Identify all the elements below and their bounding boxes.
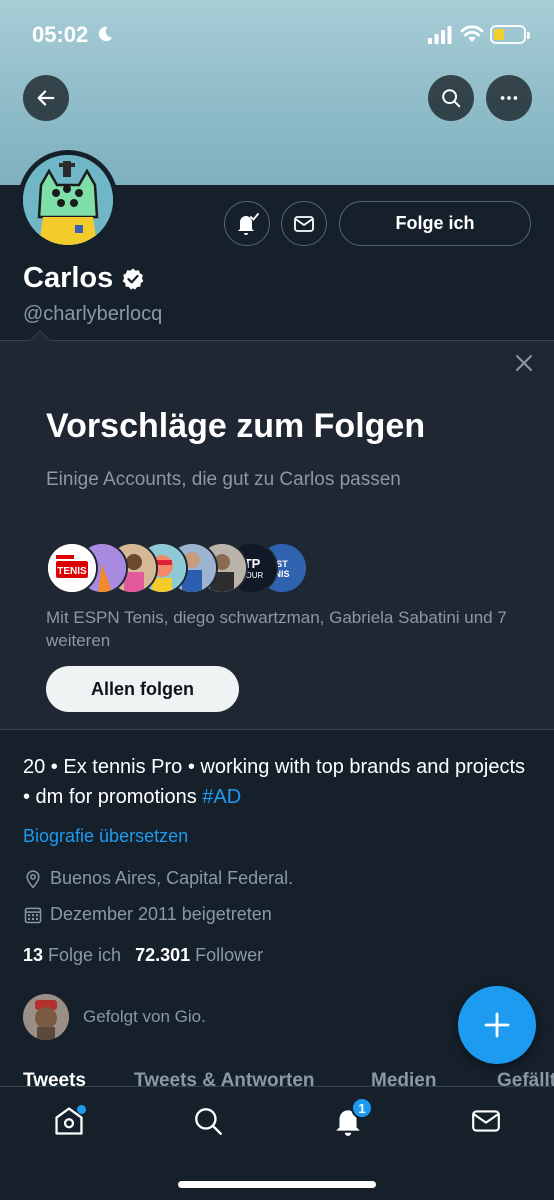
following-count: 13: [23, 945, 44, 965]
more-icon: [500, 96, 518, 100]
profile-bio: 20 • Ex tennis Pro • working with top br…: [23, 752, 533, 812]
mail-icon: [294, 215, 314, 232]
close-icon[interactable]: [512, 351, 536, 375]
back-button[interactable]: [23, 75, 69, 121]
bio-hashtag[interactable]: #AD: [202, 786, 241, 808]
moon-icon: [98, 26, 113, 42]
home-new-indicator: [77, 1105, 86, 1114]
notification-badge: 1: [351, 1097, 373, 1119]
status-bar: 05:02: [0, 0, 554, 70]
follow-all-button[interactable]: Allen folgen: [46, 666, 239, 712]
profile-tabs: Tweets Tweets & Antworten Medien Gefällt…: [0, 1066, 554, 1086]
status-time: 05:02: [32, 22, 89, 47]
nav-home[interactable]: [49, 1101, 89, 1141]
follower-avatar: [23, 994, 69, 1040]
profile-name: Carlos: [23, 262, 114, 294]
nav-search[interactable]: [188, 1101, 228, 1141]
signal-icon: [428, 26, 452, 44]
battery-icon: [490, 25, 530, 44]
suggestions-avatars-caption: Mit ESPN Tenis, diego schwartzman, Gabri…: [46, 608, 507, 650]
notifications-toggle-button[interactable]: [224, 201, 270, 246]
compose-tweet-button[interactable]: [458, 986, 536, 1064]
followers-label: Follower: [195, 945, 264, 965]
search-icon: [442, 89, 461, 108]
wifi-icon: [460, 25, 484, 42]
messages-icon: [472, 1110, 500, 1132]
avatar: [23, 155, 113, 245]
followed-by-row[interactable]: Gefolgt von Gio.: [23, 994, 206, 1040]
location-text: Buenos Aires, Capital Federal.: [50, 868, 294, 888]
home-indicator: [178, 1181, 376, 1188]
search-icon: [195, 1108, 222, 1135]
bio-text: 20 • Ex tennis Pro • working with top br…: [23, 756, 526, 808]
calendar-icon: [24, 907, 42, 923]
plus-icon: [484, 1012, 510, 1038]
suggestions-subtitle: Einige Accounts, die gut zu Carlos passe…: [46, 469, 401, 490]
profile-handle: @charlyberlocq: [23, 303, 163, 325]
followed-by-text: Gefolgt von Gio.: [83, 1007, 206, 1026]
suggestions-title: Vorschläge zum Folgen: [46, 407, 426, 445]
following-button[interactable]: Folge ich: [339, 201, 531, 246]
espn-logo-text: TENIS: [57, 566, 87, 577]
tab-tweets-replies[interactable]: Tweets & Antworten: [134, 1070, 315, 1086]
followers-count-link[interactable]: 72.301 Follower: [135, 945, 263, 966]
suggested-avatars[interactable]: TENIS TP TOUR ST NIS: [46, 542, 346, 594]
message-button[interactable]: [281, 201, 327, 246]
back-arrow-icon: [37, 90, 55, 106]
translate-bio-link[interactable]: Biografie übersetzen: [23, 826, 188, 847]
verified-icon[interactable]: [121, 267, 145, 291]
follow-counts: 13 Folge ich 72.301 Follower: [23, 945, 263, 966]
nav-notifications[interactable]: 1: [328, 1097, 373, 1141]
tab-media[interactable]: Medien: [371, 1070, 436, 1086]
following-label: Folge ich: [48, 945, 122, 965]
profile-name-row: Carlos: [23, 262, 145, 295]
profile-avatar[interactable]: [18, 150, 118, 250]
tab-likes[interactable]: Gefällt mir: [497, 1070, 554, 1086]
nav-messages[interactable]: [466, 1101, 506, 1141]
more-button[interactable]: [486, 75, 532, 121]
search-button[interactable]: [428, 75, 474, 121]
location-pin-icon: [26, 869, 40, 888]
bell-check-icon: [238, 212, 259, 235]
join-date-row: Dezember 2011 beigetreten: [23, 904, 272, 925]
tab-tweets[interactable]: Tweets: [23, 1070, 86, 1086]
following-count-link[interactable]: 13 Folge ich: [23, 945, 121, 966]
location-row: Buenos Aires, Capital Federal.: [23, 868, 293, 889]
svg-text:ST: ST: [276, 559, 288, 569]
join-date-text: Dezember 2011 beigetreten: [50, 904, 272, 924]
suggested-avatar: TENIS: [46, 542, 98, 594]
followers-count: 72.301: [135, 945, 191, 965]
